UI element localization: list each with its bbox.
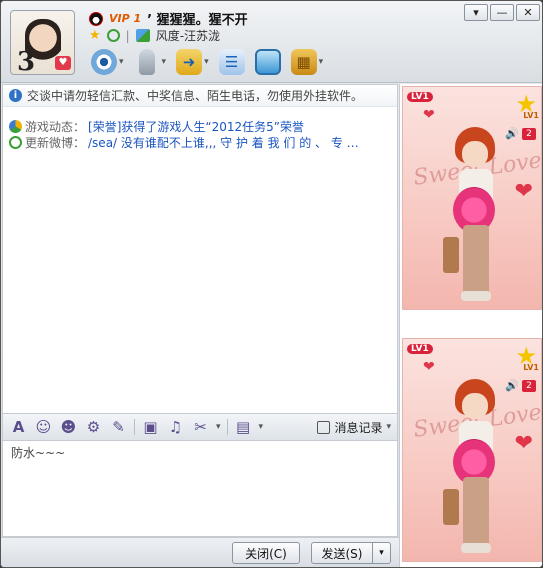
- send-options-chevron-icon[interactable]: ▾: [372, 542, 391, 564]
- heart-icon: ❤: [514, 179, 533, 204]
- message-history-button[interactable]: 消息记录 ▾: [317, 419, 391, 436]
- webcam-icon: [91, 49, 117, 75]
- send-button[interactable]: 发送(S): [311, 542, 373, 564]
- format-toolbar: A ☺ ☻ ⚙ ✎ ▣ ♫ ✂ ▾ ▤ ▾ 消息记录 ▾: [2, 414, 398, 441]
- font-icon[interactable]: A: [9, 418, 28, 437]
- activity-feed: 游戏动态： [荣誉]获得了游戏人生“2012任务5”荣誉 更新微博： /sea/…: [9, 118, 391, 150]
- header: 3 ♥ VIP 1 ’ 猩猩猩。猩不开 ★ | 风度-汪苏泷 ▾ ▾ ➜ ▾ ☰…: [1, 1, 542, 83]
- status-row: ★ | 风度-汪苏泷: [89, 27, 220, 44]
- menu-dropdown-button[interactable]: ▾: [464, 4, 488, 21]
- chevron-down-icon[interactable]: ▾: [259, 422, 264, 432]
- app-box-icon: ▦: [290, 49, 317, 75]
- count-badge: 2: [522, 380, 536, 392]
- chevron-down-icon[interactable]: ▾: [204, 57, 209, 67]
- level-badge: LV1: [407, 344, 433, 354]
- my-show-avatar[interactable]: LV1 ❤ ★ LV1 🔊 2 Sweet Love ❤: [402, 338, 542, 562]
- weibo-ring-icon[interactable]: [106, 29, 120, 42]
- send-file-button[interactable]: ➜ ▾: [172, 47, 213, 77]
- star-icon[interactable]: ★: [89, 28, 101, 43]
- chat-history[interactable]: i 交谈中请勿轻信汇款、中奖信息、陌生电话，勿使用外挂软件。 游戏动态： [荣誉…: [2, 84, 398, 414]
- chevron-down-icon: ▾: [386, 422, 391, 432]
- feed-item: 游戏动态： [荣誉]获得了游戏人生“2012任务5”荣誉: [9, 118, 391, 134]
- star-level-label: LV1: [523, 111, 539, 120]
- remote-desktop-button[interactable]: [251, 47, 285, 77]
- security-notice: i 交谈中请勿轻信汇款、中奖信息、陌生电话，勿使用外挂软件。: [3, 85, 397, 107]
- star-level-label: LV1: [523, 363, 539, 372]
- chevron-down-icon[interactable]: ▾: [119, 57, 124, 67]
- character-legs: [463, 477, 489, 547]
- character-bag: [443, 237, 459, 273]
- magic-emoji-icon[interactable]: ☻: [59, 418, 78, 437]
- character-bag: [443, 489, 459, 525]
- voice-call-button[interactable]: ▾: [130, 47, 171, 77]
- feed-item: 更新微博： /sea/ 没有谁配不上谁,,, 守 护 着 我 们 的 、 专 …: [9, 134, 391, 150]
- divider: [134, 419, 135, 435]
- history-icon: [317, 420, 331, 434]
- chevron-down-icon[interactable]: ▾: [216, 422, 221, 432]
- apps-button[interactable]: ▦ ▾: [287, 47, 328, 77]
- count-badge: 2: [522, 128, 536, 140]
- message-history-label: 消息记录: [334, 420, 383, 435]
- bottom-bar: 关闭(C) 发送(S) ▾: [1, 537, 399, 567]
- message-input-text: 防水~~~: [11, 446, 66, 460]
- minimize-button[interactable]: —: [490, 4, 514, 21]
- divider: |: [125, 28, 130, 43]
- folder-arrow-icon: ➜: [176, 49, 203, 75]
- image-icon[interactable]: ▣: [141, 418, 160, 437]
- briefcase-icon[interactable]: ▤: [234, 418, 253, 437]
- message-input[interactable]: 防水~~~: [2, 441, 398, 537]
- character-shoes: [461, 543, 491, 553]
- close-button[interactable]: 关闭(C): [232, 542, 300, 564]
- microphone-icon: [138, 49, 155, 75]
- close-window-button[interactable]: ✕: [516, 4, 540, 21]
- feed-label: 游戏动态：: [25, 119, 86, 134]
- divider: [226, 419, 228, 435]
- scissors-icon[interactable]: ✂: [191, 418, 210, 437]
- avatar[interactable]: 3 ♥: [10, 10, 75, 75]
- shake-icon[interactable]: ⚙: [84, 418, 103, 437]
- monitor-icon: [254, 49, 281, 75]
- notice-text: 交谈中请勿轻信汇款、中奖信息、陌生电话，勿使用外挂软件。: [27, 89, 364, 103]
- heart-icon: ❤: [423, 107, 435, 123]
- speaker-icon[interactable]: 🔊: [505, 127, 519, 140]
- heart-icon: ❤: [514, 431, 533, 456]
- show-character: [443, 379, 499, 559]
- chat-window: 3 ♥ VIP 1 ’ 猩猩猩。猩不开 ★ | 风度-汪苏泷 ▾ ▾ ➜ ▾ ☰…: [0, 0, 543, 568]
- heart-icon: ❤: [423, 359, 435, 375]
- chevron-down-icon[interactable]: ▾: [319, 57, 324, 67]
- contact-show-avatar[interactable]: LV1 ❤ ★ LV1 🔊 2 Sweet Love ❤: [402, 86, 542, 310]
- feed-label: 更新微博：: [25, 135, 86, 150]
- video-call-button[interactable]: ▾: [87, 47, 128, 77]
- show-character: [443, 127, 499, 307]
- vip-badge[interactable]: VIP 1: [109, 12, 141, 25]
- emoji-icon[interactable]: ☺: [34, 418, 53, 437]
- status-text: 风度-汪苏泷: [155, 29, 221, 43]
- character-head: [462, 393, 488, 419]
- feed-link[interactable]: /sea/ 没有谁配不上谁,,, 守 护 着 我 们 的 、 专 …: [88, 134, 359, 150]
- game-icon: [9, 119, 22, 133]
- chevron-down-icon[interactable]: ▾: [162, 57, 167, 67]
- heart-badge-icon: ♥: [55, 56, 71, 70]
- window-controls: ▾ — ✕: [464, 4, 540, 21]
- message-add-icon: ☰: [218, 49, 245, 75]
- main-toolbar: ▾ ▾ ➜ ▾ ☰ ▦ ▾: [87, 47, 327, 77]
- show-panel: LV1 ❤ ★ LV1 🔊 2 Sweet Love ❤ LV1 ❤ ★ LV1: [399, 84, 542, 567]
- title-row: VIP 1 ’ 猩猩猩。猩不开: [89, 9, 248, 28]
- weibo-icon: [9, 135, 22, 149]
- level-badge: LV1: [407, 92, 433, 102]
- edit-icon[interactable]: ✎: [109, 418, 128, 437]
- group-icon: [135, 29, 150, 42]
- contact-nickname: ’ 猩猩猩。猩不开: [147, 13, 248, 28]
- music-icon[interactable]: ♫: [166, 418, 185, 437]
- character-shoes: [461, 291, 491, 301]
- penguin-icon: [89, 11, 103, 26]
- feed-link[interactable]: [荣誉]获得了游戏人生“2012任务5”荣誉: [88, 118, 304, 134]
- character-head: [462, 141, 488, 167]
- info-icon: i: [9, 89, 22, 102]
- character-legs: [463, 225, 489, 295]
- avatar-number: 3: [17, 47, 36, 75]
- speaker-icon[interactable]: 🔊: [505, 379, 519, 392]
- create-discussion-button[interactable]: ☰: [215, 47, 249, 77]
